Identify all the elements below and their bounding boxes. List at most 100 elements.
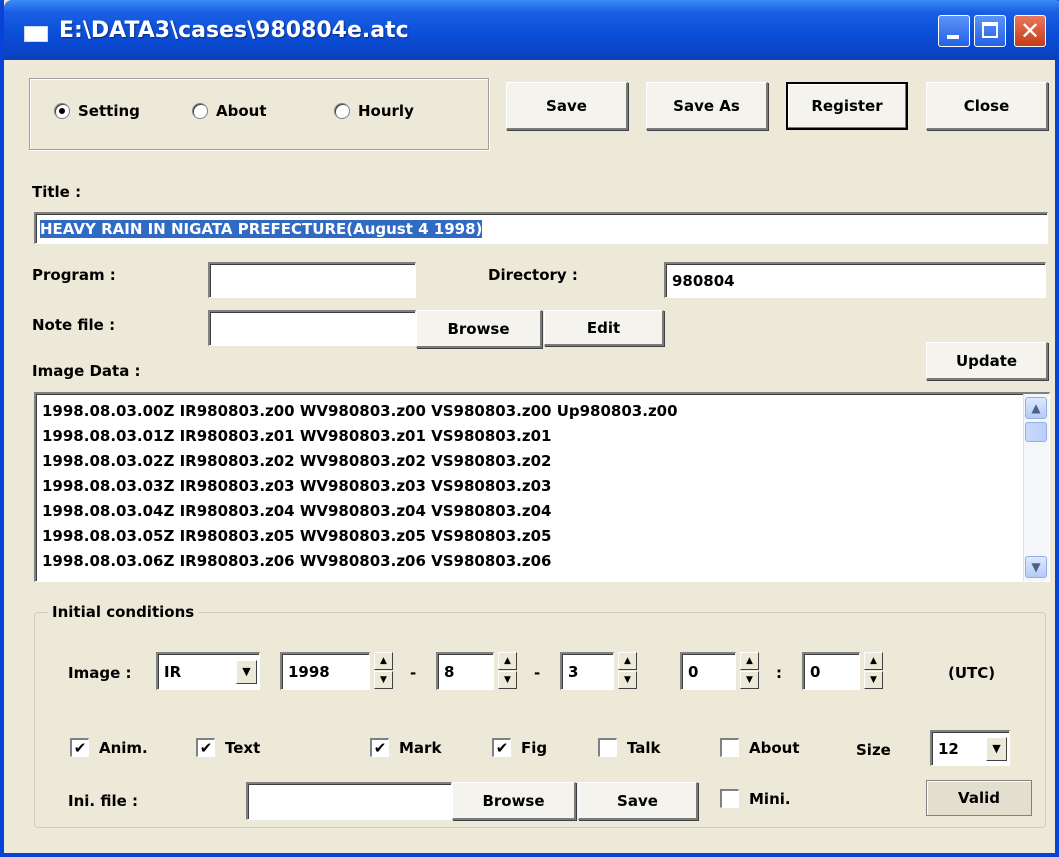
radio-hourly[interactable]: Hourly [334, 102, 414, 120]
list-item[interactable]: 1998.08.03.01Z IR980803.z01 WV980803.z01… [36, 424, 1049, 449]
spin-up-icon[interactable]: ▲ [740, 652, 759, 670]
month-spinner[interactable]: ▲ ▼ [498, 652, 517, 690]
scroll-thumb[interactable] [1025, 422, 1047, 442]
chevron-down-icon[interactable]: ▼ [236, 660, 257, 684]
fig-checkbox[interactable]: ✔ Fig [492, 738, 547, 757]
maximize-button[interactable] [974, 15, 1006, 47]
fig-label: Fig [521, 738, 548, 757]
hour-spinner[interactable]: ▲ ▼ [740, 652, 759, 690]
checkbox-box[interactable] [598, 738, 617, 757]
text-checkbox[interactable]: ✔ Text [196, 738, 260, 757]
spin-up-icon[interactable]: ▲ [498, 652, 517, 670]
save-button[interactable]: Save [506, 82, 628, 130]
valid-button[interactable]: Valid [926, 780, 1032, 816]
spin-down-icon[interactable]: ▼ [618, 671, 637, 689]
radio-about[interactable]: About [192, 102, 267, 120]
size-value: 12 [938, 739, 959, 758]
talk-checkbox[interactable]: Talk [598, 738, 661, 757]
spin-down-icon[interactable]: ▼ [864, 671, 883, 689]
day-input[interactable]: 3 [560, 652, 614, 690]
title-input[interactable]: HEAVY RAIN IN NIGATA PREFECTURE(August 4… [34, 212, 1048, 244]
vertical-scrollbar[interactable]: ▲ ▼ [1023, 394, 1049, 581]
hour-input[interactable]: 0 [680, 652, 736, 690]
checkbox-box[interactable] [720, 789, 739, 808]
about-checkbox[interactable]: About [720, 738, 800, 757]
checkbox-box[interactable] [720, 738, 739, 757]
spin-down-icon[interactable]: ▼ [374, 671, 393, 689]
register-button[interactable]: Register [786, 82, 908, 130]
program-input[interactable] [208, 262, 416, 298]
spin-down-icon[interactable]: ▼ [740, 671, 759, 689]
image-data-label: Image Data : [32, 362, 141, 380]
list-item[interactable]: 1998.08.03.04Z IR980803.z04 WV980803.z04… [36, 499, 1049, 524]
size-select[interactable]: 12 ▼ [930, 730, 1010, 766]
list-item[interactable]: 1998.08.03.02Z IR980803.z02 WV980803.z02… [36, 449, 1049, 474]
anim-checkbox[interactable]: ✔ Anim. [70, 738, 148, 757]
note-browse-button[interactable]: Browse [416, 310, 542, 348]
mark-checkbox[interactable]: ✔ Mark [370, 738, 441, 757]
spin-up-icon[interactable]: ▲ [618, 652, 637, 670]
year-spinner[interactable]: ▲ ▼ [374, 652, 393, 690]
radio-dot-checked[interactable] [54, 103, 70, 119]
list-item[interactable]: 1998.08.03.03Z IR980803.z03 WV980803.z03… [36, 474, 1049, 499]
radio-dot[interactable] [334, 103, 350, 119]
list-item[interactable]: 1998.08.03.05Z IR980803.z05 WV980803.z05… [36, 524, 1049, 549]
minute-spinner[interactable]: ▲ ▼ [864, 652, 883, 690]
maximize-icon [982, 22, 998, 38]
size-label: Size [856, 741, 891, 759]
spin-up-icon[interactable]: ▲ [864, 652, 883, 670]
ini-browse-button[interactable]: Browse [452, 782, 576, 820]
list-item[interactable]: 1998.08.03.00Z IR980803.z00 WV980803.z00… [36, 399, 1049, 424]
image-type-value: IR [164, 662, 182, 681]
date-separator: - [410, 664, 417, 682]
close-button[interactable]: Close [926, 82, 1048, 130]
time-separator: : [776, 664, 782, 682]
minute-input[interactable]: 0 [802, 652, 860, 690]
anim-label: Anim. [99, 738, 148, 757]
text-label: Text [225, 738, 261, 757]
program-label: Program : [32, 266, 116, 284]
image-type-select[interactable]: IR ▼ [156, 652, 260, 690]
month-input[interactable]: 8 [436, 652, 494, 690]
radio-dot[interactable] [192, 103, 208, 119]
mini-label: Mini. [749, 789, 791, 808]
image-type-label: Image : [68, 664, 132, 682]
minimize-button[interactable] [938, 15, 970, 47]
check-icon[interactable]: ✔ [492, 738, 511, 757]
app-window: E:\DATA3\cases\980804e.atc ✕ Setting Abo… [0, 0, 1059, 857]
ini-file-label: Ini. file : [68, 792, 138, 810]
radio-about-label: About [216, 102, 267, 120]
year-input[interactable]: 1998 [280, 652, 370, 690]
note-edit-button[interactable]: Edit [544, 310, 664, 346]
update-button[interactable]: Update [926, 342, 1048, 380]
close-window-button[interactable]: ✕ [1014, 15, 1046, 47]
directory-label: Directory : [488, 266, 578, 284]
title-label: Title : [32, 183, 82, 201]
ini-file-input[interactable] [246, 782, 452, 820]
window-title: E:\DATA3\cases\980804e.atc [59, 18, 409, 43]
spin-down-icon[interactable]: ▼ [498, 671, 517, 689]
directory-input[interactable]: 980804 [664, 262, 1046, 298]
check-icon[interactable]: ✔ [370, 738, 389, 757]
radio-hourly-label: Hourly [358, 102, 414, 120]
scroll-up-button[interactable]: ▲ [1025, 397, 1047, 419]
note-file-label: Note file : [32, 316, 116, 334]
ini-save-button[interactable]: Save [578, 782, 698, 820]
image-data-list[interactable]: 1998.08.03.00Z IR980803.z00 WV980803.z00… [34, 392, 1050, 582]
check-icon[interactable]: ✔ [70, 738, 89, 757]
mini-checkbox[interactable]: Mini. [720, 789, 791, 808]
date-separator: - [534, 664, 541, 682]
radio-setting[interactable]: Setting [54, 102, 140, 120]
chevron-down-icon[interactable]: ▼ [986, 737, 1007, 761]
check-icon[interactable]: ✔ [196, 738, 215, 757]
day-spinner[interactable]: ▲ ▼ [618, 652, 637, 690]
spin-up-icon[interactable]: ▲ [374, 652, 393, 670]
note-file-input[interactable] [208, 310, 416, 346]
minimize-icon [947, 35, 959, 39]
list-item[interactable]: 1998.08.03.06Z IR980803.z06 WV980803.z06… [36, 549, 1049, 574]
radio-setting-label: Setting [78, 102, 140, 120]
window-icon [24, 26, 48, 42]
scroll-down-button[interactable]: ▼ [1025, 556, 1047, 578]
title-bar[interactable]: E:\DATA3\cases\980804e.atc ✕ [4, 0, 1059, 60]
save-as-button[interactable]: Save As [646, 82, 768, 130]
